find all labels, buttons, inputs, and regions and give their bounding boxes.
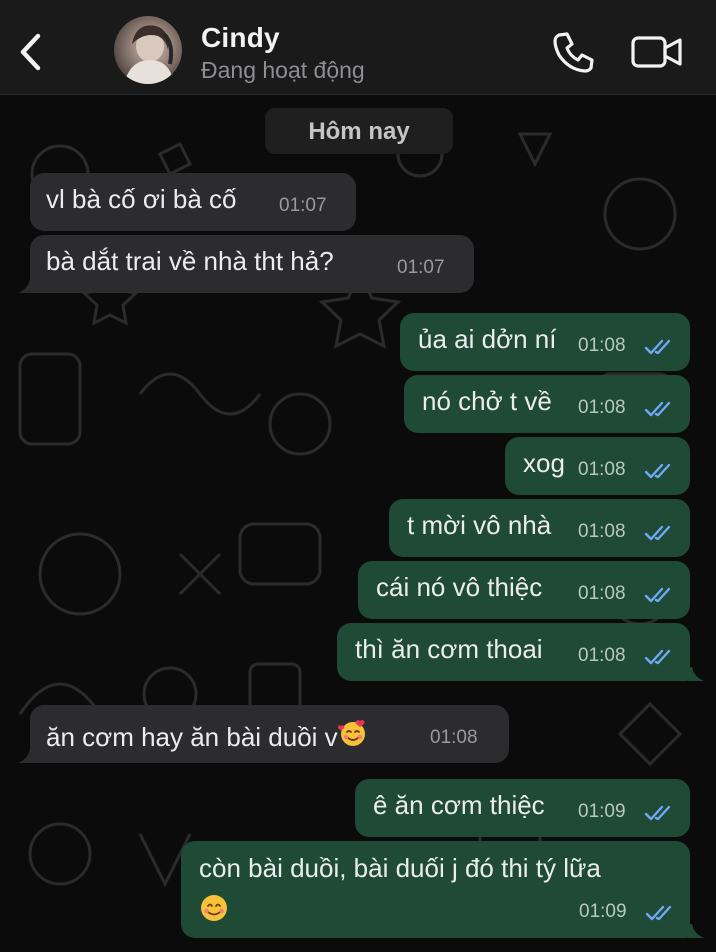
bubble-tail xyxy=(688,667,704,681)
message-incoming[interactable]: bà dắt trai về nhà tht hả? 01:07 xyxy=(30,235,474,293)
message-time: 01:09 xyxy=(578,801,626,822)
double-check-icon xyxy=(644,805,671,821)
message-outgoing[interactable]: t mời vô nhà 01:08 xyxy=(389,499,690,557)
message-text: ủa ai dởn ní xyxy=(418,324,557,354)
double-check-icon xyxy=(644,525,671,541)
double-check-icon xyxy=(644,339,671,355)
bubble-tail xyxy=(18,279,34,293)
phone-icon[interactable] xyxy=(550,30,594,74)
contact-name[interactable]: Cindy xyxy=(201,22,280,54)
message-time: 01:08 xyxy=(430,727,478,748)
message-text: cái nó vô thiệc xyxy=(376,572,543,602)
message-text: thì ăn cơm thoai xyxy=(355,634,543,664)
message-text: ăn cơm hay ăn bài duồi v xyxy=(46,716,368,753)
message-text: còn bài duồi, bài duối j đó thi tý lữa xyxy=(199,853,601,883)
message-time: 01:08 xyxy=(578,521,626,542)
smiling-face-with-hearts-emoji xyxy=(337,720,365,746)
smiling-face-emoji xyxy=(201,895,227,921)
message-outgoing[interactable]: nó chở t về 01:08 xyxy=(404,375,690,433)
chevron-left-icon[interactable] xyxy=(14,30,48,74)
video-camera-icon[interactable] xyxy=(630,33,684,71)
message-time: 01:08 xyxy=(578,645,626,666)
message-text: nó chở t về xyxy=(422,386,552,416)
message-time: 01:08 xyxy=(578,335,626,356)
message-outgoing[interactable]: cái nó vô thiệc 01:08 xyxy=(358,561,690,619)
contact-status: Đang hoạt động xyxy=(201,57,365,83)
message-time: 01:07 xyxy=(397,257,445,278)
message-text: t mời vô nhà xyxy=(407,510,552,540)
message-incoming[interactable]: ăn cơm hay ăn bài duồi v 01:08 xyxy=(30,705,509,763)
double-check-icon xyxy=(644,463,671,479)
double-check-icon xyxy=(645,905,672,921)
message-outgoing[interactable]: thì ăn cơm thoai 01:08 xyxy=(337,623,690,681)
chat-header: Cindy Đang hoạt động xyxy=(0,0,716,95)
message-outgoing[interactable]: ủa ai dởn ní 01:08 xyxy=(400,313,690,371)
message-time: 01:08 xyxy=(578,397,626,418)
message-text-content: ăn cơm hay ăn bài duồi v xyxy=(46,722,338,752)
bubble-tail xyxy=(18,749,34,763)
message-text: bà dắt trai về nhà tht hả? xyxy=(46,246,334,276)
message-text: vl bà cố ơi bà cố xyxy=(46,184,237,214)
bubble-tail xyxy=(688,924,704,938)
message-time: 01:07 xyxy=(279,195,327,216)
date-separator: Hôm nay xyxy=(265,108,453,154)
message-time: 01:09 xyxy=(579,901,627,922)
message-text: xog xyxy=(523,448,565,478)
message-time: 01:08 xyxy=(578,459,626,480)
message-outgoing[interactable]: ê ăn cơm thiệc 01:09 xyxy=(355,779,690,837)
message-outgoing[interactable]: còn bài duồi, bài duối j đó thi tý lữa 0… xyxy=(181,841,690,938)
message-time: 01:08 xyxy=(578,583,626,604)
double-check-icon xyxy=(644,649,671,665)
message-outgoing[interactable]: xog 01:08 xyxy=(505,437,690,495)
message-incoming[interactable]: vl bà cố ơi bà cố 01:07 xyxy=(30,173,356,231)
double-check-icon xyxy=(644,401,671,417)
message-text: ê ăn cơm thiệc xyxy=(373,790,545,820)
avatar[interactable] xyxy=(114,16,182,84)
double-check-icon xyxy=(644,587,671,603)
